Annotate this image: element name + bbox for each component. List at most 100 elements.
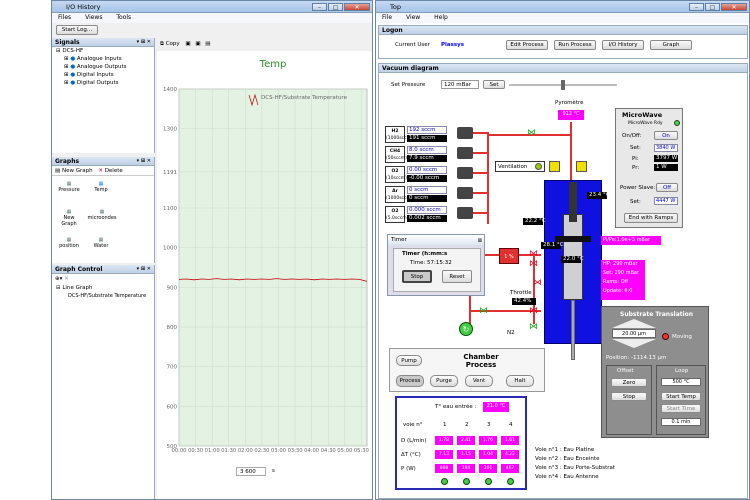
- gas-setpoint-input[interactable]: 8.0 sccm: [407, 146, 447, 154]
- x-range-input[interactable]: 3 600: [236, 467, 266, 476]
- offset-group: Offset Zero Stop: [606, 365, 652, 435]
- copy-button[interactable]: ⧉ Copy: [160, 41, 180, 47]
- tree-item-digital-inputs[interactable]: ⊞ ● Digital Inputs: [56, 71, 154, 79]
- purge-button[interactable]: Purge: [430, 375, 458, 387]
- menu-view[interactable]: View: [406, 14, 420, 21]
- graph-item-position[interactable]: ▦ position: [56, 237, 82, 249]
- panel-pin-icon[interactable]: ▾ ⊞ ✕: [137, 157, 151, 166]
- button-label: On: [662, 132, 670, 139]
- x-tick-label: 05:00: [337, 448, 352, 454]
- start-temp-button[interactable]: Start Temp: [661, 392, 701, 401]
- delete-label: Delete: [104, 168, 123, 174]
- new-graph-button[interactable]: ▤ New Graph: [55, 168, 93, 174]
- gas-name: CH4: [389, 149, 401, 154]
- start-time-button[interactable]: Start Time: [661, 404, 701, 413]
- graph-item-new-graph[interactable]: ▦ New Graph: [56, 209, 82, 227]
- x-tick-label: 02:00: [238, 448, 253, 454]
- menu-tools[interactable]: Tools: [116, 14, 131, 21]
- red-valve-icon[interactable]: ⋈: [529, 249, 538, 259]
- panel-pin-icon[interactable]: ▾ ⊞ ✕: [137, 38, 151, 47]
- panel-pin-icon[interactable]: ▾ ⊞ ✕: [137, 265, 151, 274]
- io-history-button[interactable]: I/O History: [602, 40, 644, 50]
- timer-close-icon[interactable]: ⊠: [478, 236, 482, 246]
- close-button[interactable]: ✕: [721, 3, 747, 11]
- graph-item-water[interactable]: ▦ Water: [88, 237, 114, 249]
- end-with-ramps-button[interactable]: End with Ramps: [624, 213, 678, 223]
- red-valve-icon[interactable]: ⋈: [529, 259, 538, 269]
- water-cell: 1.15: [457, 450, 475, 459]
- menu-views[interactable]: Views: [85, 14, 102, 21]
- proportional-valve[interactable]: 1 %: [499, 248, 519, 264]
- green-valve-icon[interactable]: ⋈: [479, 306, 488, 316]
- graph-button[interactable]: Graph: [650, 40, 692, 50]
- graph-item-pressure[interactable]: ▦ Pressure: [56, 181, 82, 193]
- menu-help[interactable]: Help: [434, 14, 448, 21]
- temp-readout-top: 23.4 °C: [587, 192, 610, 199]
- run-process-button[interactable]: Run Process: [554, 40, 596, 50]
- set-pressure-button[interactable]: Set: [483, 80, 505, 89]
- gas-setpoint-input[interactable]: 0.00 sccm: [407, 166, 447, 174]
- throttle-value: 42.4%: [512, 298, 536, 305]
- power-slave-button[interactable]: Off: [656, 183, 678, 192]
- gas-name: O2: [391, 209, 399, 214]
- loop-temp-input[interactable]: 500 °C: [661, 378, 701, 386]
- tree-item-analogue-inputs[interactable]: ⊞ ● Analogue Inputs: [56, 55, 154, 63]
- water-col-header: 2: [465, 422, 469, 428]
- tree-line-graph[interactable]: ⊟ Line Graph: [56, 284, 154, 292]
- red-valve-icon[interactable]: ⋈: [529, 306, 538, 316]
- slave-set-input[interactable]: 4447 W: [654, 197, 678, 205]
- tree-item-analogue-outputs[interactable]: ⊞ ● Analogue Outputs: [56, 63, 154, 71]
- loop-time-input[interactable]: 0.1 min: [661, 418, 701, 426]
- green-valve-icon[interactable]: ⋈: [527, 128, 536, 138]
- minimize-button[interactable]: –: [689, 3, 704, 11]
- move-up-icon[interactable]: [612, 319, 656, 328]
- pressure-slider[interactable]: [509, 80, 617, 90]
- save-icon[interactable]: ▤: [205, 41, 210, 47]
- graph-item-temp[interactable]: ▦ Temp: [88, 181, 114, 193]
- minimize-button[interactable]: –: [312, 3, 327, 11]
- edit-process-button[interactable]: Edit Process: [506, 40, 548, 50]
- mw-set-label: Set:: [630, 145, 641, 151]
- set-pressure-input[interactable]: 120 mBar: [441, 80, 479, 89]
- move-down-icon[interactable]: [612, 339, 656, 348]
- x-tick-label: 04:30: [321, 448, 336, 454]
- signals-title: Signals: [55, 39, 80, 46]
- mw-set-input[interactable]: 3840 W: [654, 144, 678, 152]
- maximize-button[interactable]: □: [328, 3, 343, 11]
- x-tick-label: 01:30: [221, 448, 236, 454]
- add-series-icon[interactable]: ⊕▾: [55, 276, 62, 282]
- onoff-button[interactable]: On: [654, 131, 678, 140]
- close-button[interactable]: ✕: [344, 3, 370, 11]
- tree-item-digital-outputs[interactable]: ⊞ ● Digital Outputs: [56, 79, 154, 87]
- menu-file[interactable]: File: [382, 14, 392, 21]
- water-cell: 194: [457, 464, 475, 473]
- zero-button[interactable]: Zero: [611, 378, 647, 387]
- remove-icon[interactable]: ✕: [64, 276, 69, 282]
- timer-stop-button[interactable]: Stop: [402, 270, 432, 283]
- maximize-button[interactable]: □: [705, 3, 720, 11]
- vent-button[interactable]: Vent: [465, 375, 493, 387]
- slider-thumb[interactable]: [561, 80, 565, 90]
- pressure-set: Set: 290 mBar: [603, 270, 640, 276]
- process-button[interactable]: Process: [396, 375, 424, 387]
- print-preview-icon[interactable]: ▣: [195, 41, 200, 47]
- pi-value: 3797 W: [654, 155, 678, 162]
- print-icon[interactable]: ▣: [185, 41, 190, 47]
- start-log-button[interactable]: Start Log...: [56, 25, 98, 35]
- graph-item-microondes[interactable]: ▦ microondes: [84, 209, 120, 221]
- timer-reset-button[interactable]: Reset: [442, 270, 472, 283]
- tree-root[interactable]: ⊟ DCS-HF: [56, 47, 154, 55]
- green-valve-icon[interactable]: ⋈: [529, 322, 538, 332]
- translation-stop-button[interactable]: Stop: [611, 392, 647, 401]
- menu-files[interactable]: Files: [58, 14, 71, 21]
- pump-button[interactable]: Pump: [396, 355, 422, 366]
- delete-graph-button[interactable]: ✕ Delete: [98, 168, 122, 174]
- tree-series-item[interactable]: DCS-HF/Substrate Temperature: [56, 292, 154, 300]
- halt-button[interactable]: Halt: [506, 375, 534, 387]
- gas-setpoint-input[interactable]: 0 sccm: [407, 186, 447, 194]
- gas-setpoint-input[interactable]: 192 sccm: [407, 126, 447, 134]
- pyrometre-label: Pyromètre: [555, 100, 584, 106]
- step-input[interactable]: 20.00 µm: [612, 329, 656, 338]
- gas-setpoint-input[interactable]: 0.000 sccm: [407, 206, 447, 214]
- red-valve-icon[interactable]: ⋈: [533, 278, 542, 288]
